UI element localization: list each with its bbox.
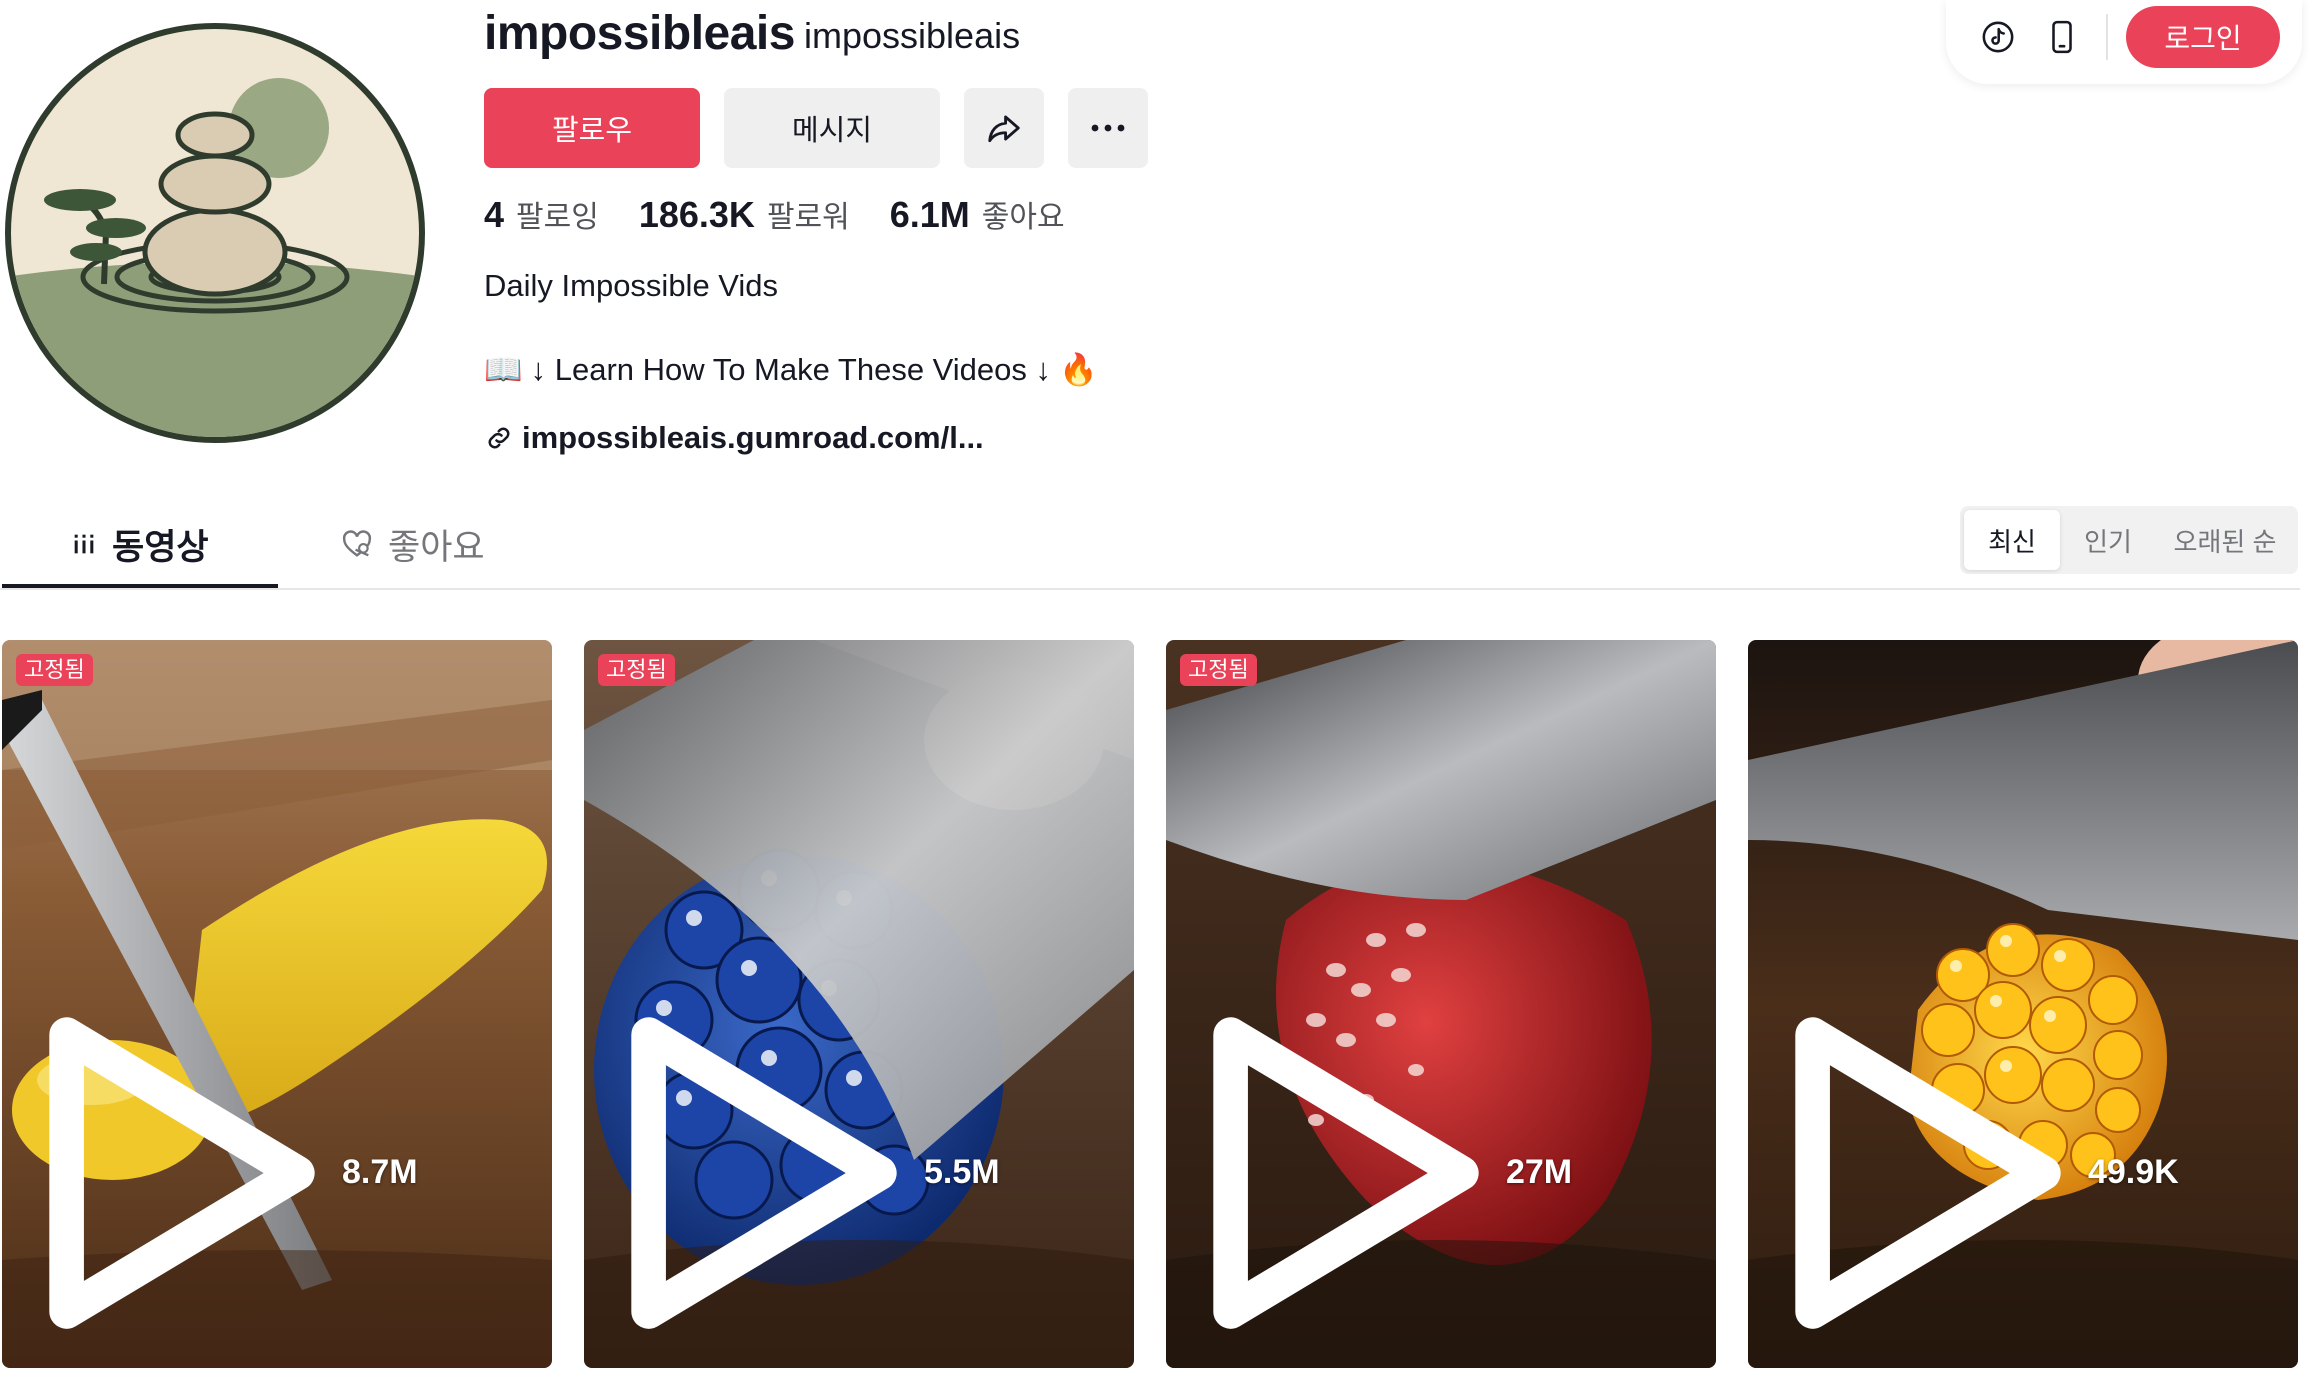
view-count: 8.7M [32,1000,418,1346]
view-count-text: 27M [1505,1153,1573,1192]
share-icon [988,115,1020,143]
profile-link-text[interactable]: impossibleais.gumroad.com/l... [522,418,984,458]
profile-stats: 4 팔로잉 186.3K 팔로워 6.1M 좋아요 [484,192,1105,240]
login-button[interactable]: 로그인 [2126,6,2280,68]
tab-liked-label: 좋아요 [388,527,485,567]
profile-link[interactable]: impossibleais.gumroad.com/l... [484,418,984,458]
followers-label: 팔로워 [766,201,850,234]
profile-username: impossibleais [484,7,795,60]
video-card[interactable]: 고정됨 8.7M [2,640,552,1368]
fire-emoji-icon: 🔥 [1059,352,1098,387]
bio-line-2-text: ↓ Learn How To Make These Videos ↓ [530,352,1052,387]
video-card[interactable]: 49.9K [1748,640,2298,1368]
video-card[interactable]: 고정됨 27M [1166,640,1716,1368]
tiktok-app-button[interactable] [1968,7,2028,67]
view-count-text: 5.5M [923,1153,1000,1192]
play-icon [631,1017,897,1329]
link-icon [488,427,510,449]
view-count-text: 8.7M [341,1153,418,1192]
tab-divider [0,588,2300,590]
following-label: 팔로잉 [516,201,599,234]
tab-liked[interactable]: 좋아요 [340,512,485,576]
view-count: 5.5M [614,1000,1000,1346]
phone-icon [2052,20,2072,54]
pinned-badge: 고정됨 [1180,654,1257,686]
hidden-heart-icon [342,530,372,557]
sort-latest[interactable]: 최신 [1964,510,2060,570]
pinned-badge: 고정됨 [598,654,675,686]
profile-nickname: impossibleais [804,15,1021,56]
message-button[interactable]: 메시지 [724,88,940,168]
followers-count[interactable]: 186.3K [639,194,755,236]
likes-count: 6.1M [889,194,970,235]
tiktok-icon [1982,21,2014,53]
play-icon [1213,1017,1479,1329]
more-options-button[interactable] [1068,88,1148,168]
following-count[interactable]: 4 [484,194,504,236]
tab-videos[interactable]: 동영상 [70,512,209,576]
bio-line-1: Daily Impossible Vids [484,268,779,303]
book-emoji-icon: 📖 [484,352,523,387]
share-button[interactable] [964,88,1044,168]
likes-label: 좋아요 [981,201,1065,234]
video-card[interactable]: 고정됨 5.5M [584,640,1134,1368]
play-icon [1795,1017,2061,1329]
bio-line-2: 📖 ↓ Learn How To Make These Videos ↓ 🔥 [484,348,1098,392]
sort-popular[interactable]: 인기 [2066,510,2150,570]
view-count: 27M [1196,1000,1572,1346]
follow-button[interactable]: 팔로우 [484,88,700,168]
tab-videos-label: 동영상 [112,527,209,567]
play-icon [49,1017,315,1329]
profile-avatar[interactable] [4,22,426,444]
view-count-text: 49.9K [2087,1153,2179,1192]
get-app-button[interactable] [2032,7,2092,67]
sort-oldest[interactable]: 오래된 순 [2156,510,2294,570]
grid-bars-icon [74,534,94,554]
view-count: 49.9K [1778,1000,2179,1346]
toolbar-divider [2106,14,2108,60]
more-icon [1091,124,1125,132]
pinned-badge: 고정됨 [16,654,93,686]
